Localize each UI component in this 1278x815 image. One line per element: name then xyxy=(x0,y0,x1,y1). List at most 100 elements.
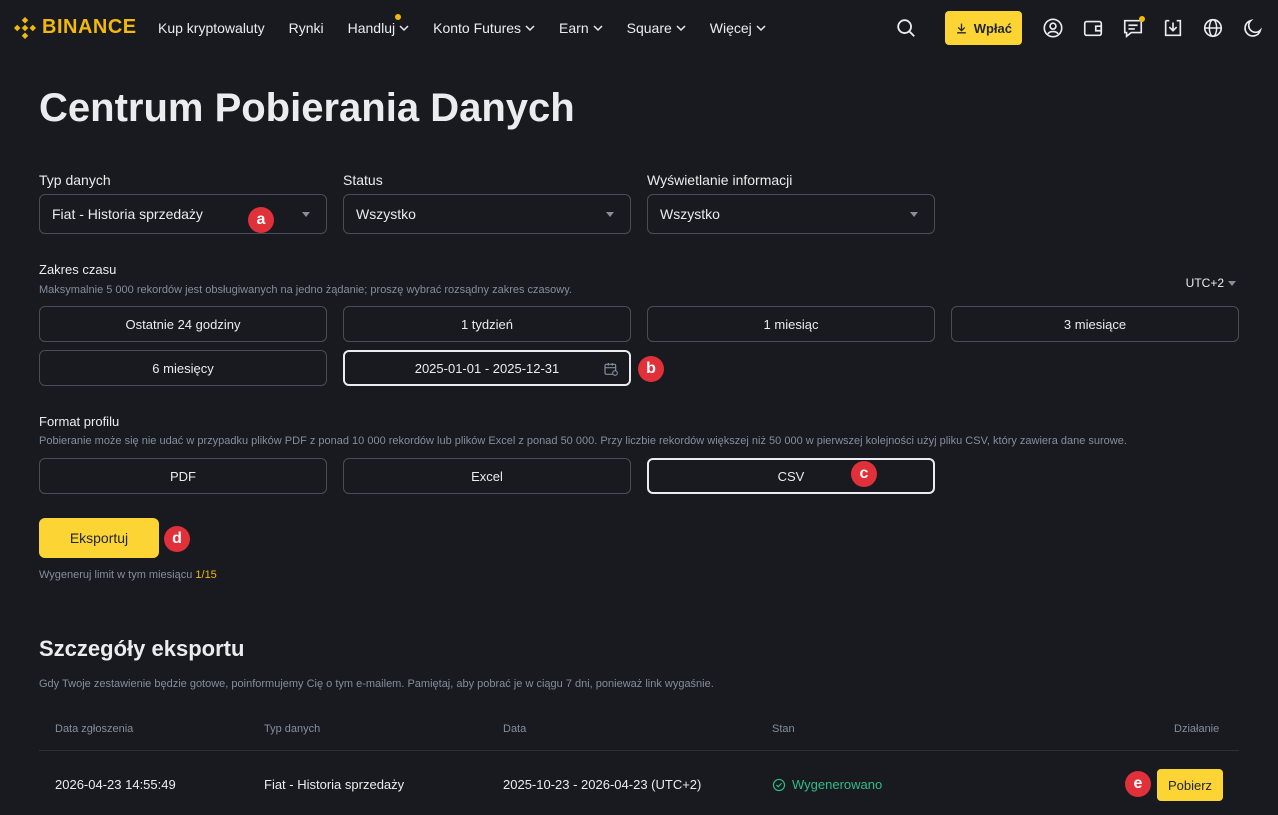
globe-icon[interactable] xyxy=(1202,17,1224,39)
details-title: Szczegóły eksportu xyxy=(39,636,245,661)
status-text: Wygenerowano xyxy=(792,777,883,792)
nav-label: Konto Futures xyxy=(433,20,522,36)
caret-down-icon xyxy=(606,211,614,217)
limit-text: Wygeneruj limit w tym miesiącu xyxy=(39,569,193,581)
type-label: Typ danych xyxy=(39,172,111,188)
header-tools: Wpłać xyxy=(895,10,1264,46)
nav-label: Handluj xyxy=(347,20,396,36)
format-label: Format profilu xyxy=(39,414,120,429)
chevron-down-icon xyxy=(525,25,535,32)
column-header: Działanie xyxy=(1174,723,1220,735)
nav-earn[interactable]: Earn xyxy=(559,20,603,36)
download-icon xyxy=(956,23,966,33)
cell-date: 2025-10-23 - 2026-04-23 (UTC+2) xyxy=(503,777,702,792)
status-label: Status xyxy=(343,172,383,188)
caret-down-icon xyxy=(302,211,310,217)
range-6m[interactable]: 6 miesięcy xyxy=(39,350,327,386)
caret-down-icon xyxy=(1228,280,1236,286)
timezone-select[interactable]: UTC+2 xyxy=(1186,276,1236,290)
chevron-down-icon xyxy=(593,25,603,32)
download-button[interactable]: Pobierz xyxy=(1157,769,1223,801)
column-header: Data zgłoszenia xyxy=(55,723,134,735)
deposit-button[interactable]: Wpłać xyxy=(944,11,1022,45)
marker-a: a xyxy=(248,207,274,233)
cell-type: Fiat - Historia sprzedaży xyxy=(264,777,405,792)
chevron-down-icon xyxy=(756,25,766,32)
main-nav: Kup kryptowaluty Rynki Handluj Konto Fut… xyxy=(158,0,790,56)
display-select-value: Wszystko xyxy=(660,206,720,222)
format-excel[interactable]: Excel xyxy=(343,458,631,494)
check-circle-icon xyxy=(772,778,786,791)
range-option-label: 3 miesiące xyxy=(1063,316,1127,332)
cell-submitted: 2026-04-23 14:55:49 xyxy=(55,777,176,792)
export-limit: Wygeneruj limit w tym miesiącu 1/15 xyxy=(39,569,217,581)
download-app-icon[interactable] xyxy=(1162,17,1184,39)
nav-square[interactable]: Square xyxy=(627,20,686,36)
range-option-label: 1 miesiąc xyxy=(763,316,819,332)
details-hint: Gdy Twoje zestawienie będzie gotowe, poi… xyxy=(39,678,714,690)
range-label: Zakres czasu xyxy=(39,262,117,277)
format-option-label: Excel xyxy=(471,468,503,484)
nav-label: Rynki xyxy=(288,20,324,36)
marker-e: e xyxy=(1125,771,1151,797)
export-button[interactable]: Eksportuj xyxy=(39,518,159,558)
format-hint: Pobieranie może się nie udać w przypadku… xyxy=(39,435,1127,447)
top-navigation: BINANCE Kup kryptowaluty Rynki Handluj K… xyxy=(0,0,1278,56)
message-icon[interactable] xyxy=(1122,16,1145,39)
range-option-label: Ostatnie 24 godziny xyxy=(125,316,241,332)
marker-b: b xyxy=(638,356,664,382)
notification-dot xyxy=(395,14,402,20)
format-option-label: CSV xyxy=(777,468,805,484)
status-select[interactable]: Wszystko xyxy=(343,194,631,234)
range-24h[interactable]: Ostatnie 24 godziny xyxy=(39,306,327,342)
moon-icon[interactable] xyxy=(1242,17,1264,39)
chevron-down-icon xyxy=(676,25,686,32)
custom-date-range[interactable]: 2025-01-01 - 2025-12-31 xyxy=(343,350,631,386)
status-select-value: Wszystko xyxy=(356,206,416,222)
display-select[interactable]: Wszystko xyxy=(647,194,935,234)
deposit-label: Wpłać xyxy=(973,20,1012,36)
status-badge: Wygenerowano xyxy=(772,777,882,792)
nav-trade[interactable]: Handluj xyxy=(347,14,409,36)
column-header: Stan xyxy=(772,723,795,735)
format-pdf[interactable]: PDF xyxy=(39,458,327,494)
column-header: Data xyxy=(503,723,527,735)
range-hint: Maksymalnie 5 000 rekordów jest obsługiw… xyxy=(39,284,572,296)
column-header: Typ danych xyxy=(264,723,321,735)
limit-value: 1/15 xyxy=(195,569,217,581)
type-select[interactable]: Fiat - Historia sprzedaży xyxy=(39,194,327,234)
format-option-label: PDF xyxy=(170,468,196,484)
table-divider xyxy=(39,750,1239,751)
range-1w[interactable]: 1 tydzień xyxy=(343,306,631,342)
binance-logo[interactable]: BINANCE xyxy=(14,16,137,39)
format-csv[interactable]: CSV xyxy=(647,458,935,494)
wallet-icon[interactable] xyxy=(1082,17,1104,39)
nav-buy-crypto[interactable]: Kup kryptowaluty xyxy=(158,20,265,36)
nav-label: Więcej xyxy=(709,20,752,36)
nav-label: Kup kryptowaluty xyxy=(158,20,265,36)
chevron-down-icon xyxy=(399,25,409,32)
nav-futures[interactable]: Konto Futures xyxy=(433,20,535,36)
binance-logo-icon xyxy=(14,16,36,39)
notification-dot xyxy=(1139,16,1145,22)
nav-label: Square xyxy=(626,20,672,36)
display-label: Wyświetlanie informacji xyxy=(647,172,793,188)
range-option-label: 6 miesięcy xyxy=(152,360,214,376)
nav-markets[interactable]: Rynki xyxy=(289,20,324,36)
timezone-value: UTC+2 xyxy=(1185,276,1224,290)
calendar-icon xyxy=(604,363,618,376)
nav-more[interactable]: Więcej xyxy=(710,20,766,36)
brand-name: BINANCE xyxy=(42,16,137,38)
user-icon[interactable] xyxy=(1042,17,1064,39)
range-option-label: 1 tydzień xyxy=(460,316,514,332)
marker-c: c xyxy=(851,461,877,487)
range-3m[interactable]: 3 miesiące xyxy=(951,306,1239,342)
search-icon[interactable] xyxy=(895,17,917,39)
caret-down-icon xyxy=(910,211,918,217)
type-select-value: Fiat - Historia sprzedaży xyxy=(52,206,203,222)
custom-date-value: 2025-01-01 - 2025-12-31 xyxy=(414,360,560,376)
range-1m[interactable]: 1 miesiąc xyxy=(647,306,935,342)
nav-label: Earn xyxy=(559,20,589,36)
marker-d: d xyxy=(164,526,190,552)
page-title: Centrum Pobierania Danych xyxy=(39,86,575,130)
